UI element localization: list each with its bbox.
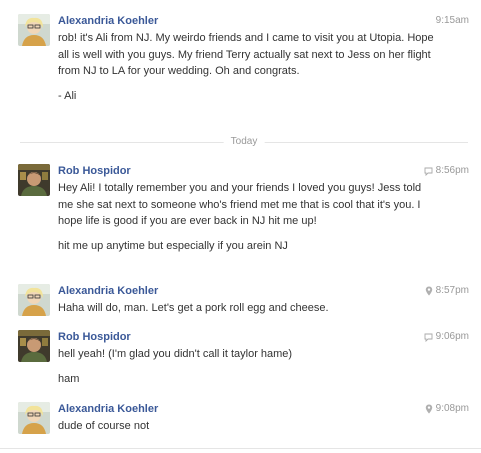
message-body: Haha will do, man. Let's get a pork roll… [58, 300, 448, 317]
message-author[interactable]: Rob Hospidor [58, 164, 131, 178]
message-text: - Ali [58, 89, 77, 102]
avatar-alexandria-koehler[interactable] [18, 402, 50, 434]
date-divider-label: Today [223, 135, 265, 149]
message-author[interactable]: Alexandria Koehler [58, 14, 158, 28]
avatar-alexandria-koehler[interactable] [18, 14, 50, 46]
avatar-alexandria-koehler[interactable] [18, 284, 50, 316]
message-meta: 9:15am [436, 14, 469, 28]
message-meta: 9:06pm [424, 330, 469, 344]
message-text: ham [58, 372, 80, 385]
message-body: hell yeah! (I'm glad you didn't call it … [58, 346, 448, 387]
message-meta: 9:08pm [425, 402, 469, 416]
chat-bubble-icon [424, 333, 433, 342]
message-body: rob! it's Ali from NJ. My weirdo friends… [58, 30, 448, 104]
message-meta: 8:56pm [424, 164, 469, 178]
location-pin-icon [425, 404, 432, 414]
message-timestamp: 9:15am [435, 15, 469, 26]
message-timestamp: 9:06pm [435, 331, 469, 342]
message-body: dude of course not [58, 418, 448, 435]
message-text: dude of course not [58, 420, 150, 432]
location-pin-icon [425, 286, 432, 296]
message-text: Hey Ali! I totally remember you and your… [58, 182, 425, 227]
message-thread: Alexandria Koehler 9:15am rob! it's Ali … [0, 0, 481, 453]
avatar-rob-hospidor[interactable] [18, 330, 50, 362]
message-text: Haha will do, man. Let's get a pork roll… [58, 302, 329, 314]
message-author[interactable]: Alexandria Koehler [58, 284, 158, 298]
message-meta: 8:57pm [425, 284, 469, 298]
message-body: Hey Ali! I totally remember you and your… [58, 180, 448, 254]
message-author[interactable]: Rob Hospidor [58, 330, 131, 344]
avatar-rob-hospidor[interactable] [18, 164, 50, 196]
message-text: hell yeah! (I'm glad you didn't call it … [58, 348, 293, 360]
date-divider: Today [20, 135, 468, 149]
message-timestamp: 8:56pm [435, 165, 469, 176]
thread-bottom-border [0, 448, 481, 449]
message-text: hit me up anytime but especially if you … [58, 239, 288, 252]
message-timestamp: 8:57pm [435, 285, 469, 296]
message-timestamp: 9:08pm [435, 403, 469, 414]
chat-bubble-icon [424, 167, 433, 176]
message-text: rob! it's Ali from NJ. My weirdo friends… [58, 32, 437, 77]
message-author[interactable]: Alexandria Koehler [58, 402, 158, 416]
